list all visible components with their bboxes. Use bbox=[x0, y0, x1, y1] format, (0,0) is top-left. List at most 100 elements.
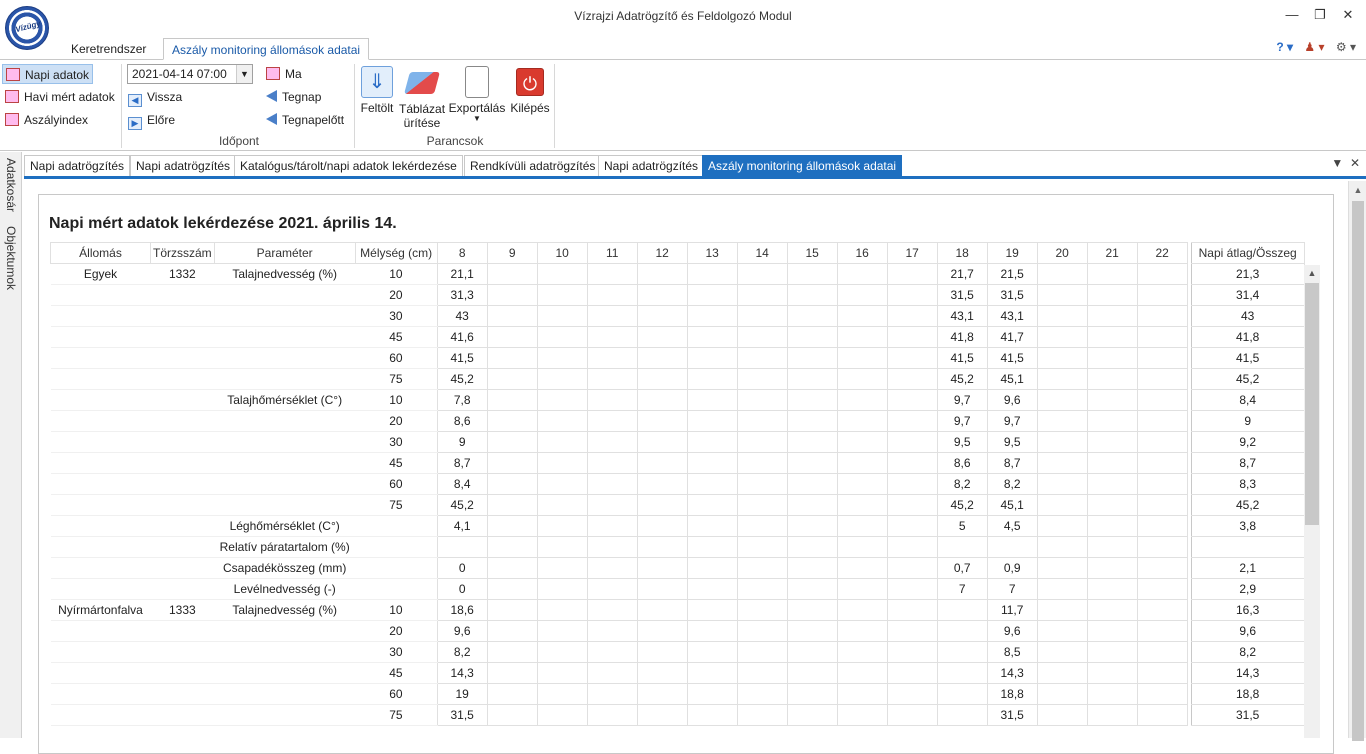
aszalyindex-button[interactable]: Aszályindex bbox=[5, 110, 88, 130]
value-cell bbox=[736, 641, 788, 663]
value-cell bbox=[736, 389, 788, 411]
table-row[interactable]: Nyírmártonfalva 1333 Talajnedvesség (%) 10 1… bbox=[50, 599, 1305, 621]
value-cell bbox=[586, 578, 638, 600]
table-row[interactable]: 60 41,5 41,5 41,5 41,5 bbox=[50, 347, 1305, 369]
value-cell bbox=[586, 284, 638, 306]
table-row[interactable]: 45 8,7 8,6 8,7 8,7 bbox=[50, 452, 1305, 474]
exit-button[interactable]: ⏻ Kilépés bbox=[509, 66, 551, 115]
table-row[interactable]: Léghőmérséklet (C°) 4,1 5 4,5 3,8 bbox=[50, 515, 1305, 537]
app-logo[interactable]: Vízügy bbox=[5, 6, 49, 50]
table-row[interactable]: Levélnedvesség (-) 0 7 7 2,9 bbox=[50, 578, 1305, 600]
main-scrollbar[interactable]: ▲ bbox=[1348, 181, 1366, 741]
table-row[interactable]: 75 45,2 45,2 45,1 45,2 bbox=[50, 368, 1305, 390]
chevron-down-icon[interactable]: ▼ bbox=[236, 65, 252, 83]
parameter-cell bbox=[214, 662, 356, 684]
date-select[interactable]: 2021-04-14 07:00 ▼ bbox=[127, 64, 253, 84]
ribbon-tab-keretrendszer[interactable]: Keretrendszer bbox=[63, 38, 154, 60]
restore-icon[interactable]: ❐ bbox=[1308, 4, 1332, 26]
value-cell bbox=[936, 683, 988, 705]
side-tab-adatkosar[interactable]: Adatkosár bbox=[2, 158, 20, 212]
value-cell bbox=[486, 704, 538, 726]
value-cell bbox=[786, 326, 838, 348]
doc-tab-katalogus[interactable]: Katalógus/tárolt/napi adatok lekérdezése bbox=[234, 155, 463, 176]
value-cell bbox=[836, 326, 888, 348]
doc-tab-aszaly[interactable]: Aszály monitoring állomások adatai bbox=[702, 155, 903, 176]
station-cell bbox=[50, 620, 151, 642]
table-row[interactable]: Talajhőmérséklet (C°) 10 7,8 9,7 9,6 8,4 bbox=[50, 389, 1305, 411]
value-cell bbox=[1036, 284, 1088, 306]
help-icon[interactable]: ? ▾ bbox=[1276, 40, 1293, 54]
value-cell bbox=[1086, 452, 1138, 474]
table-row[interactable]: 75 45,2 45,2 45,1 45,2 bbox=[50, 494, 1305, 516]
chevron-down-icon[interactable]: ▼ bbox=[448, 115, 506, 123]
parameter-cell: Relatív páratartalom (%) bbox=[214, 536, 356, 558]
col-header-parameter: Paraméter bbox=[213, 242, 356, 264]
value-cell bbox=[586, 410, 638, 432]
doc-tab-napi-1[interactable]: Napi adatrögzítés bbox=[24, 155, 131, 176]
table-row[interactable]: 20 9,6 9,6 9,6 bbox=[50, 620, 1305, 642]
back-button[interactable]: ◀ Vissza bbox=[128, 87, 182, 107]
upload-button[interactable]: ⇓ Feltölt bbox=[358, 66, 396, 115]
document-tabs: Napi adatrögzítés Napi adatrögzítés Kata… bbox=[24, 155, 1366, 179]
table-row[interactable]: 45 14,3 14,3 14,3 bbox=[50, 662, 1305, 684]
napi-adatok-button[interactable]: Napi adatok bbox=[2, 64, 94, 84]
eraser-icon bbox=[404, 72, 440, 94]
table-row[interactable]: 45 41,6 41,8 41,7 41,8 bbox=[50, 326, 1305, 348]
side-tab-objektumok[interactable]: Objektumok bbox=[2, 226, 20, 290]
value-cell bbox=[1086, 410, 1138, 432]
export-button[interactable]: Exportálás ▼ bbox=[448, 66, 506, 123]
table-row[interactable]: 30 8,2 8,5 8,2 bbox=[50, 641, 1305, 663]
clear-table-button[interactable]: Táblázat ürítése bbox=[399, 66, 445, 130]
value-cell bbox=[536, 284, 588, 306]
value-cell: 8,6 bbox=[436, 410, 488, 432]
table-header-row: Állomás Törzsszám Paraméter Mélység (cm) 8 9 1… bbox=[50, 242, 1305, 264]
table-scrollbar[interactable]: ▲ bbox=[1304, 265, 1320, 738]
value-cell bbox=[1036, 683, 1088, 705]
minimize-icon[interactable]: — bbox=[1280, 4, 1304, 26]
arrow-left-icon: ◀ bbox=[128, 94, 142, 107]
havi-adatok-button[interactable]: Havi mért adatok bbox=[5, 87, 115, 107]
today-button[interactable]: Ma bbox=[266, 64, 302, 84]
value-cell bbox=[786, 284, 838, 306]
scroll-up-icon[interactable]: ▲ bbox=[1304, 265, 1320, 281]
doc-tab-rendkivuli[interactable]: Rendkívüli adatrögzítés bbox=[464, 155, 602, 176]
doc-tab-napi-3[interactable]: Napi adatrögzítés bbox=[598, 155, 705, 176]
forward-button[interactable]: ▶ Előre bbox=[128, 110, 175, 130]
table-row[interactable]: 20 8,6 9,7 9,7 9 bbox=[50, 410, 1305, 432]
value-cell: 31,5 bbox=[436, 704, 488, 726]
ribbon-tab-aszaly[interactable]: Aszály monitoring állomások adatai bbox=[163, 38, 370, 60]
table-row[interactable]: 75 31,5 31,5 31,5 bbox=[50, 704, 1305, 726]
scroll-thumb[interactable] bbox=[1352, 201, 1364, 741]
value-cell bbox=[686, 473, 738, 495]
id-cell bbox=[150, 578, 215, 600]
day-before-button[interactable]: Tegnapelőtt bbox=[266, 110, 344, 130]
value-cell bbox=[1086, 431, 1138, 453]
value-cell: 45,1 bbox=[986, 494, 1038, 516]
table-row[interactable]: 30 43 43,1 43,1 43 bbox=[50, 305, 1305, 327]
table-row[interactable]: 60 19 18,8 18,8 bbox=[50, 683, 1305, 705]
scroll-up-icon[interactable]: ▲ bbox=[1349, 181, 1366, 199]
scroll-thumb[interactable] bbox=[1305, 283, 1319, 525]
yesterday-button[interactable]: Tegnap bbox=[266, 87, 321, 107]
user-icon[interactable]: ♟ ▾ bbox=[1304, 40, 1324, 54]
parameter-cell bbox=[214, 326, 356, 348]
value-cell bbox=[536, 620, 588, 642]
gear-icon[interactable]: ⚙ ▾ bbox=[1336, 40, 1356, 54]
value-cell bbox=[1086, 683, 1138, 705]
value-cell: 19 bbox=[436, 683, 488, 705]
depth-cell: 20 bbox=[355, 620, 438, 642]
close-icon[interactable]: ✕ bbox=[1350, 156, 1360, 170]
doc-tab-napi-2[interactable]: Napi adatrögzítés bbox=[130, 155, 237, 176]
chevron-down-icon[interactable]: ▼ bbox=[1331, 156, 1343, 170]
value-cell bbox=[736, 368, 788, 390]
close-icon[interactable]: ✕ bbox=[1336, 4, 1360, 26]
table-row[interactable]: Egyek 1332 Talajnedvesség (%) 10 21,1 21,7 21,… bbox=[50, 263, 1305, 285]
group-label-idopont: Időpont bbox=[218, 134, 260, 148]
table-row[interactable]: 30 9 9,5 9,5 9,2 bbox=[50, 431, 1305, 453]
value-cell: 31,5 bbox=[986, 704, 1038, 726]
table-row[interactable]: Csapadékösszeg (mm) 0 0,7 0,9 2,1 bbox=[50, 557, 1305, 579]
table-row[interactable]: Relatív páratartalom (%) bbox=[50, 536, 1305, 558]
table-row[interactable]: 60 8,4 8,2 8,2 8,3 bbox=[50, 473, 1305, 495]
table-row[interactable]: 20 31,3 31,5 31,5 31,4 bbox=[50, 284, 1305, 306]
id-cell bbox=[150, 410, 215, 432]
